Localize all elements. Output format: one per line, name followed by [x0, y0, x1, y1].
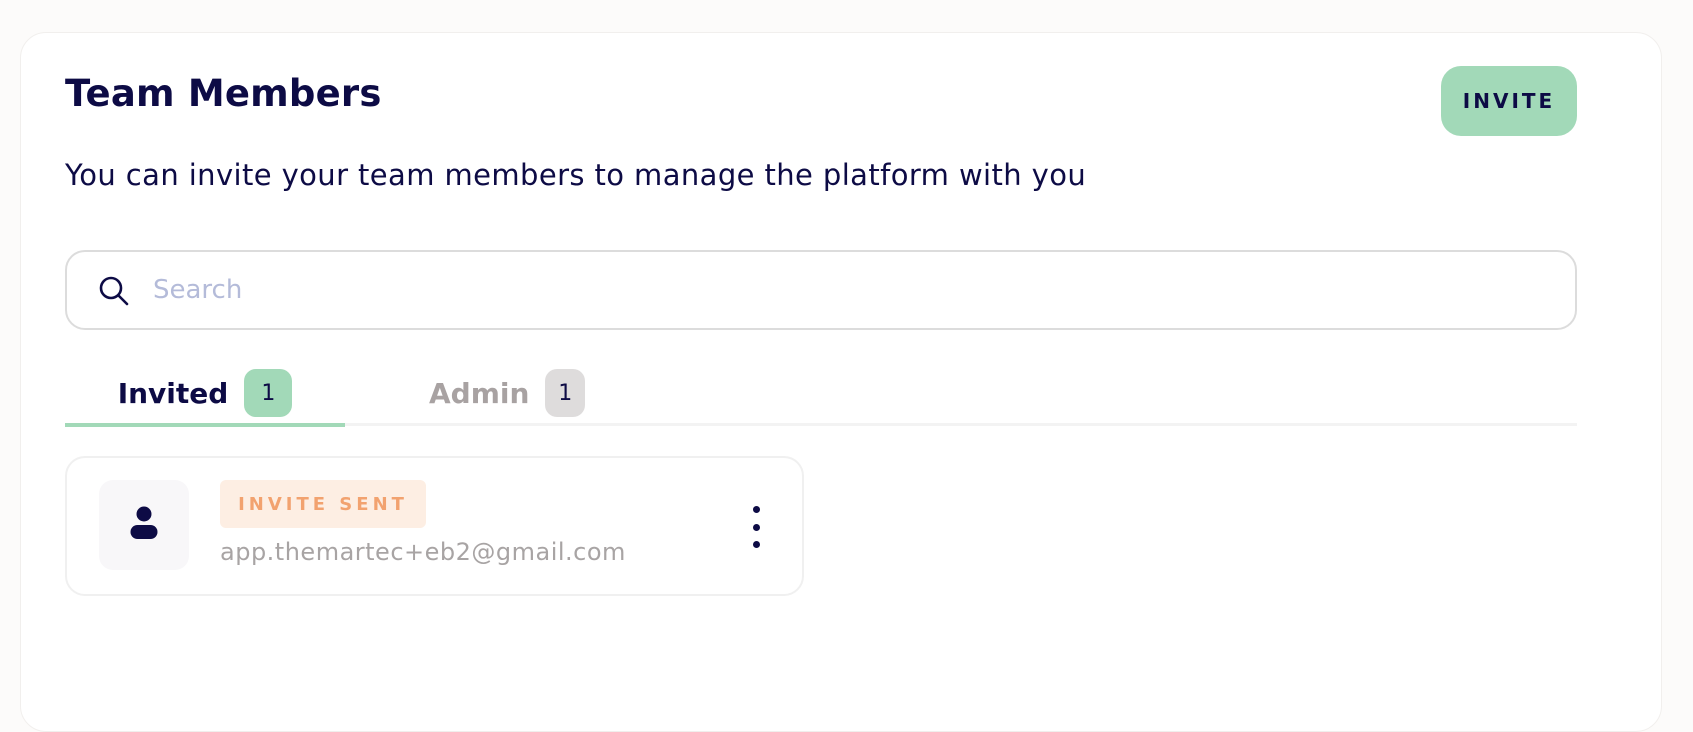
- tab-admin-count-badge: 1: [545, 369, 585, 417]
- member-card: INVITE SENT app.themartec+eb2@gmail.com: [65, 456, 804, 596]
- menu-dot: [752, 506, 760, 513]
- tab-invited[interactable]: Invited 1: [65, 360, 345, 426]
- search-icon: [97, 274, 131, 308]
- search-input[interactable]: [153, 266, 1553, 314]
- active-tab-indicator: [65, 423, 345, 427]
- tab-invited-count-badge: 1: [244, 369, 293, 417]
- menu-dot: [752, 523, 760, 531]
- tab-admin[interactable]: Admin 1: [385, 360, 585, 426]
- search-box[interactable]: [65, 250, 1577, 330]
- more-vertical-icon[interactable]: [743, 500, 769, 554]
- page-title: Team Members: [65, 72, 382, 115]
- member-email: app.themartec+eb2@gmail.com: [220, 538, 626, 566]
- user-icon: [129, 505, 159, 545]
- page-subtitle: You can invite your team members to mana…: [65, 158, 1087, 192]
- invite-button[interactable]: INVITE: [1441, 66, 1577, 136]
- menu-dot: [752, 541, 760, 548]
- tab-invited-label: Invited: [117, 376, 229, 410]
- status-badge: INVITE SENT: [220, 480, 426, 528]
- member-tabs: Invited 1 Admin 1: [65, 360, 1577, 430]
- avatar: [99, 480, 189, 570]
- tab-admin-label: Admin: [429, 376, 530, 410]
